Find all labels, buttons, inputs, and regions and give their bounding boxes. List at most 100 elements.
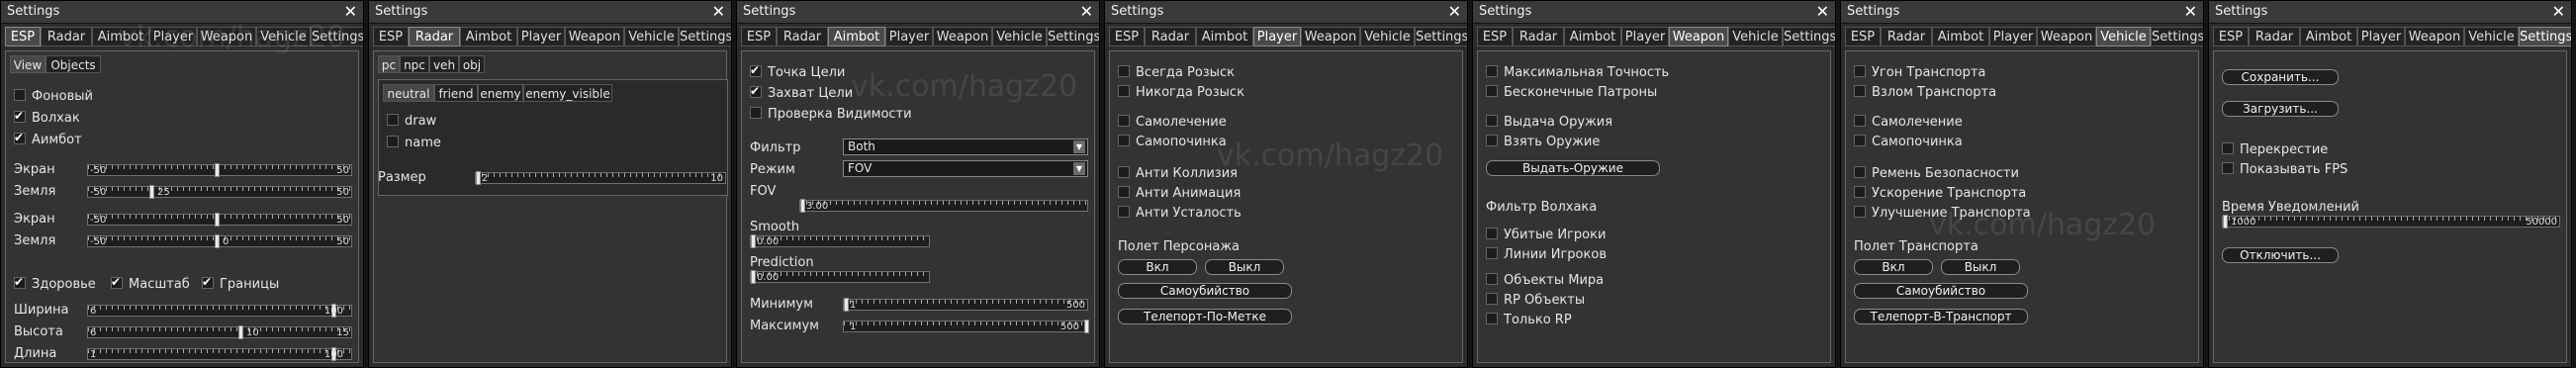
checkbox[interactable] [14, 89, 26, 101]
tab-player[interactable]: Player [2357, 27, 2405, 46]
slider-thumb[interactable] [476, 171, 481, 185]
disable-button[interactable]: Отключить... [2222, 247, 2339, 263]
title-bar[interactable]: Settings ✕ [2209, 1, 2571, 24]
checkbox[interactable] [1854, 85, 1866, 97]
check-anti-fatigue[interactable]: Анти Усталость [1118, 206, 1242, 222]
slider-thumb[interactable] [1084, 320, 1089, 333]
tab-esp[interactable]: ESP [373, 27, 409, 46]
tab-aimbot[interactable]: Aimbot [828, 27, 885, 46]
checkbox[interactable] [2222, 162, 2234, 174]
checkbox[interactable] [1854, 65, 1866, 77]
check-visibility[interactable]: Проверка Видимости [750, 107, 912, 123]
notify-time-slider[interactable]: 1000 50000 [2222, 215, 2560, 229]
tab-weapon[interactable]: Weapon [2037, 27, 2096, 46]
tab-settings[interactable]: Settings [2151, 27, 2203, 46]
tab-settings[interactable]: Settings [311, 27, 363, 46]
check-vehicle-heal[interactable]: Самолечение [1854, 115, 1963, 131]
ground-slider-1[interactable]: -50 25 50 [87, 185, 352, 199]
checkbox[interactable] [1854, 115, 1866, 127]
checkbox[interactable] [750, 62, 762, 78]
tab-weapon[interactable]: Weapon [1669, 27, 1728, 46]
slider-thumb[interactable] [238, 325, 243, 339]
flight-on-button[interactable]: Вкл [1118, 259, 1197, 275]
check-health[interactable]: Здоровье [14, 274, 96, 293]
check-vehicle-upgrade[interactable]: Улучшение Транспорта [1854, 206, 2031, 222]
check-seatbelt[interactable]: Ремень Безопасности [1854, 166, 2019, 182]
close-icon[interactable]: ✕ [712, 2, 725, 21]
slider-thumb[interactable] [2223, 215, 2228, 229]
tab-aimbot[interactable]: Aimbot [460, 27, 517, 46]
tab-vehicle[interactable]: Vehicle [2096, 27, 2151, 46]
filter-tab-enemy-visible[interactable]: enemy_visible [523, 84, 612, 102]
tab-esp[interactable]: ESP [1477, 27, 1513, 46]
height-slider[interactable]: 6 10 15 [87, 325, 352, 339]
close-icon[interactable]: ✕ [1448, 2, 1461, 21]
checkbox[interactable] [1486, 115, 1498, 127]
check-infinite-ammo[interactable]: Бесконечные Патроны [1486, 85, 1657, 101]
tab-vehicle[interactable]: Vehicle [1728, 27, 1783, 46]
tab-vehicle[interactable]: Vehicle [2464, 27, 2519, 46]
checkbox[interactable] [1118, 166, 1130, 178]
tab-radar[interactable]: Radar [1145, 27, 1196, 46]
check-name[interactable]: name [387, 136, 441, 151]
checkbox[interactable] [1118, 115, 1130, 127]
slider-thumb[interactable] [751, 234, 756, 248]
tab-radar[interactable]: Radar [1881, 27, 1932, 46]
vehicle-flight-off-button[interactable]: Выкл [1941, 259, 2020, 275]
slider-thumb[interactable] [149, 185, 154, 199]
save-button[interactable]: Сохранить... [2222, 69, 2339, 85]
title-bar[interactable]: Settings ✕ [1, 1, 363, 24]
checkbox[interactable] [387, 114, 399, 126]
check-anti-animation[interactable]: Анти Анимация [1118, 186, 1241, 202]
check-target-lock[interactable]: Захват Цели [750, 83, 853, 102]
check-max-accuracy[interactable]: Максимальная Точность [1486, 65, 1669, 81]
check-anti-collision[interactable]: Анти Коллизия [1118, 166, 1238, 182]
tab-player[interactable]: Player [517, 27, 565, 46]
min-slider[interactable]: 1 500 [843, 298, 1088, 312]
checkbox[interactable] [2222, 142, 2234, 154]
checkbox[interactable] [14, 274, 26, 290]
vehicle-suicide-button[interactable]: Самоубийство [1854, 283, 2028, 299]
title-bar[interactable]: Settings ✕ [1841, 1, 2203, 24]
checkbox[interactable] [1854, 166, 1866, 178]
tab-weapon[interactable]: Weapon [933, 27, 992, 46]
checkbox[interactable] [1486, 313, 1498, 324]
tab-esp[interactable]: ESP [1109, 27, 1145, 46]
check-player-lines[interactable]: Линии Игроков [1486, 247, 1607, 263]
close-icon[interactable]: ✕ [1816, 2, 1829, 21]
tab-settings[interactable]: Settings [1415, 27, 1467, 46]
checkbox[interactable] [1854, 186, 1866, 198]
title-bar[interactable]: Settings ✕ [369, 1, 731, 24]
tab-player[interactable]: Player [1989, 27, 2037, 46]
check-draw[interactable]: draw [387, 114, 436, 130]
tab-player[interactable]: Player [149, 27, 197, 46]
tab-esp[interactable]: ESP [741, 27, 777, 46]
tab-esp[interactable]: ESP [2213, 27, 2249, 46]
checkbox[interactable] [1118, 135, 1130, 146]
title-bar[interactable]: Settings ✕ [1105, 1, 1467, 24]
close-icon[interactable]: ✕ [2184, 2, 2197, 21]
slider-thumb[interactable] [751, 270, 756, 284]
checkbox[interactable] [387, 136, 399, 147]
check-self-repair[interactable]: Самопочинка [1118, 135, 1227, 150]
check-world-objects[interactable]: Объекты Мира [1486, 273, 1604, 289]
check-aim-point[interactable]: Точка Цели [750, 62, 845, 81]
tab-aimbot[interactable]: Aimbot [92, 27, 149, 46]
subtab-obj[interactable]: obj [459, 55, 485, 73]
check-never-wanted[interactable]: Никогда Розыск [1118, 85, 1244, 101]
tab-player[interactable]: Player [1621, 27, 1669, 46]
checkbox[interactable] [1486, 247, 1498, 259]
flight-off-button[interactable]: Выкл [1205, 259, 1284, 275]
check-vehicle-boost[interactable]: Ускорение Транспорта [1854, 186, 2026, 202]
checkbox[interactable] [750, 83, 762, 99]
max-slider[interactable]: 1 500 [843, 320, 1089, 333]
tab-aimbot[interactable]: Aimbot [1932, 27, 1989, 46]
suicide-button[interactable]: Самоубийство [1118, 283, 1292, 299]
filter-select[interactable]: Both ▼ [843, 138, 1088, 155]
checkbox[interactable] [1118, 186, 1130, 198]
slider-thumb[interactable] [215, 163, 220, 177]
tab-radar[interactable]: Radar [777, 27, 828, 46]
tab-weapon[interactable]: Weapon [197, 27, 256, 46]
subtab-view[interactable]: View [10, 55, 46, 73]
tab-aimbot[interactable]: Aimbot [1196, 27, 1253, 46]
